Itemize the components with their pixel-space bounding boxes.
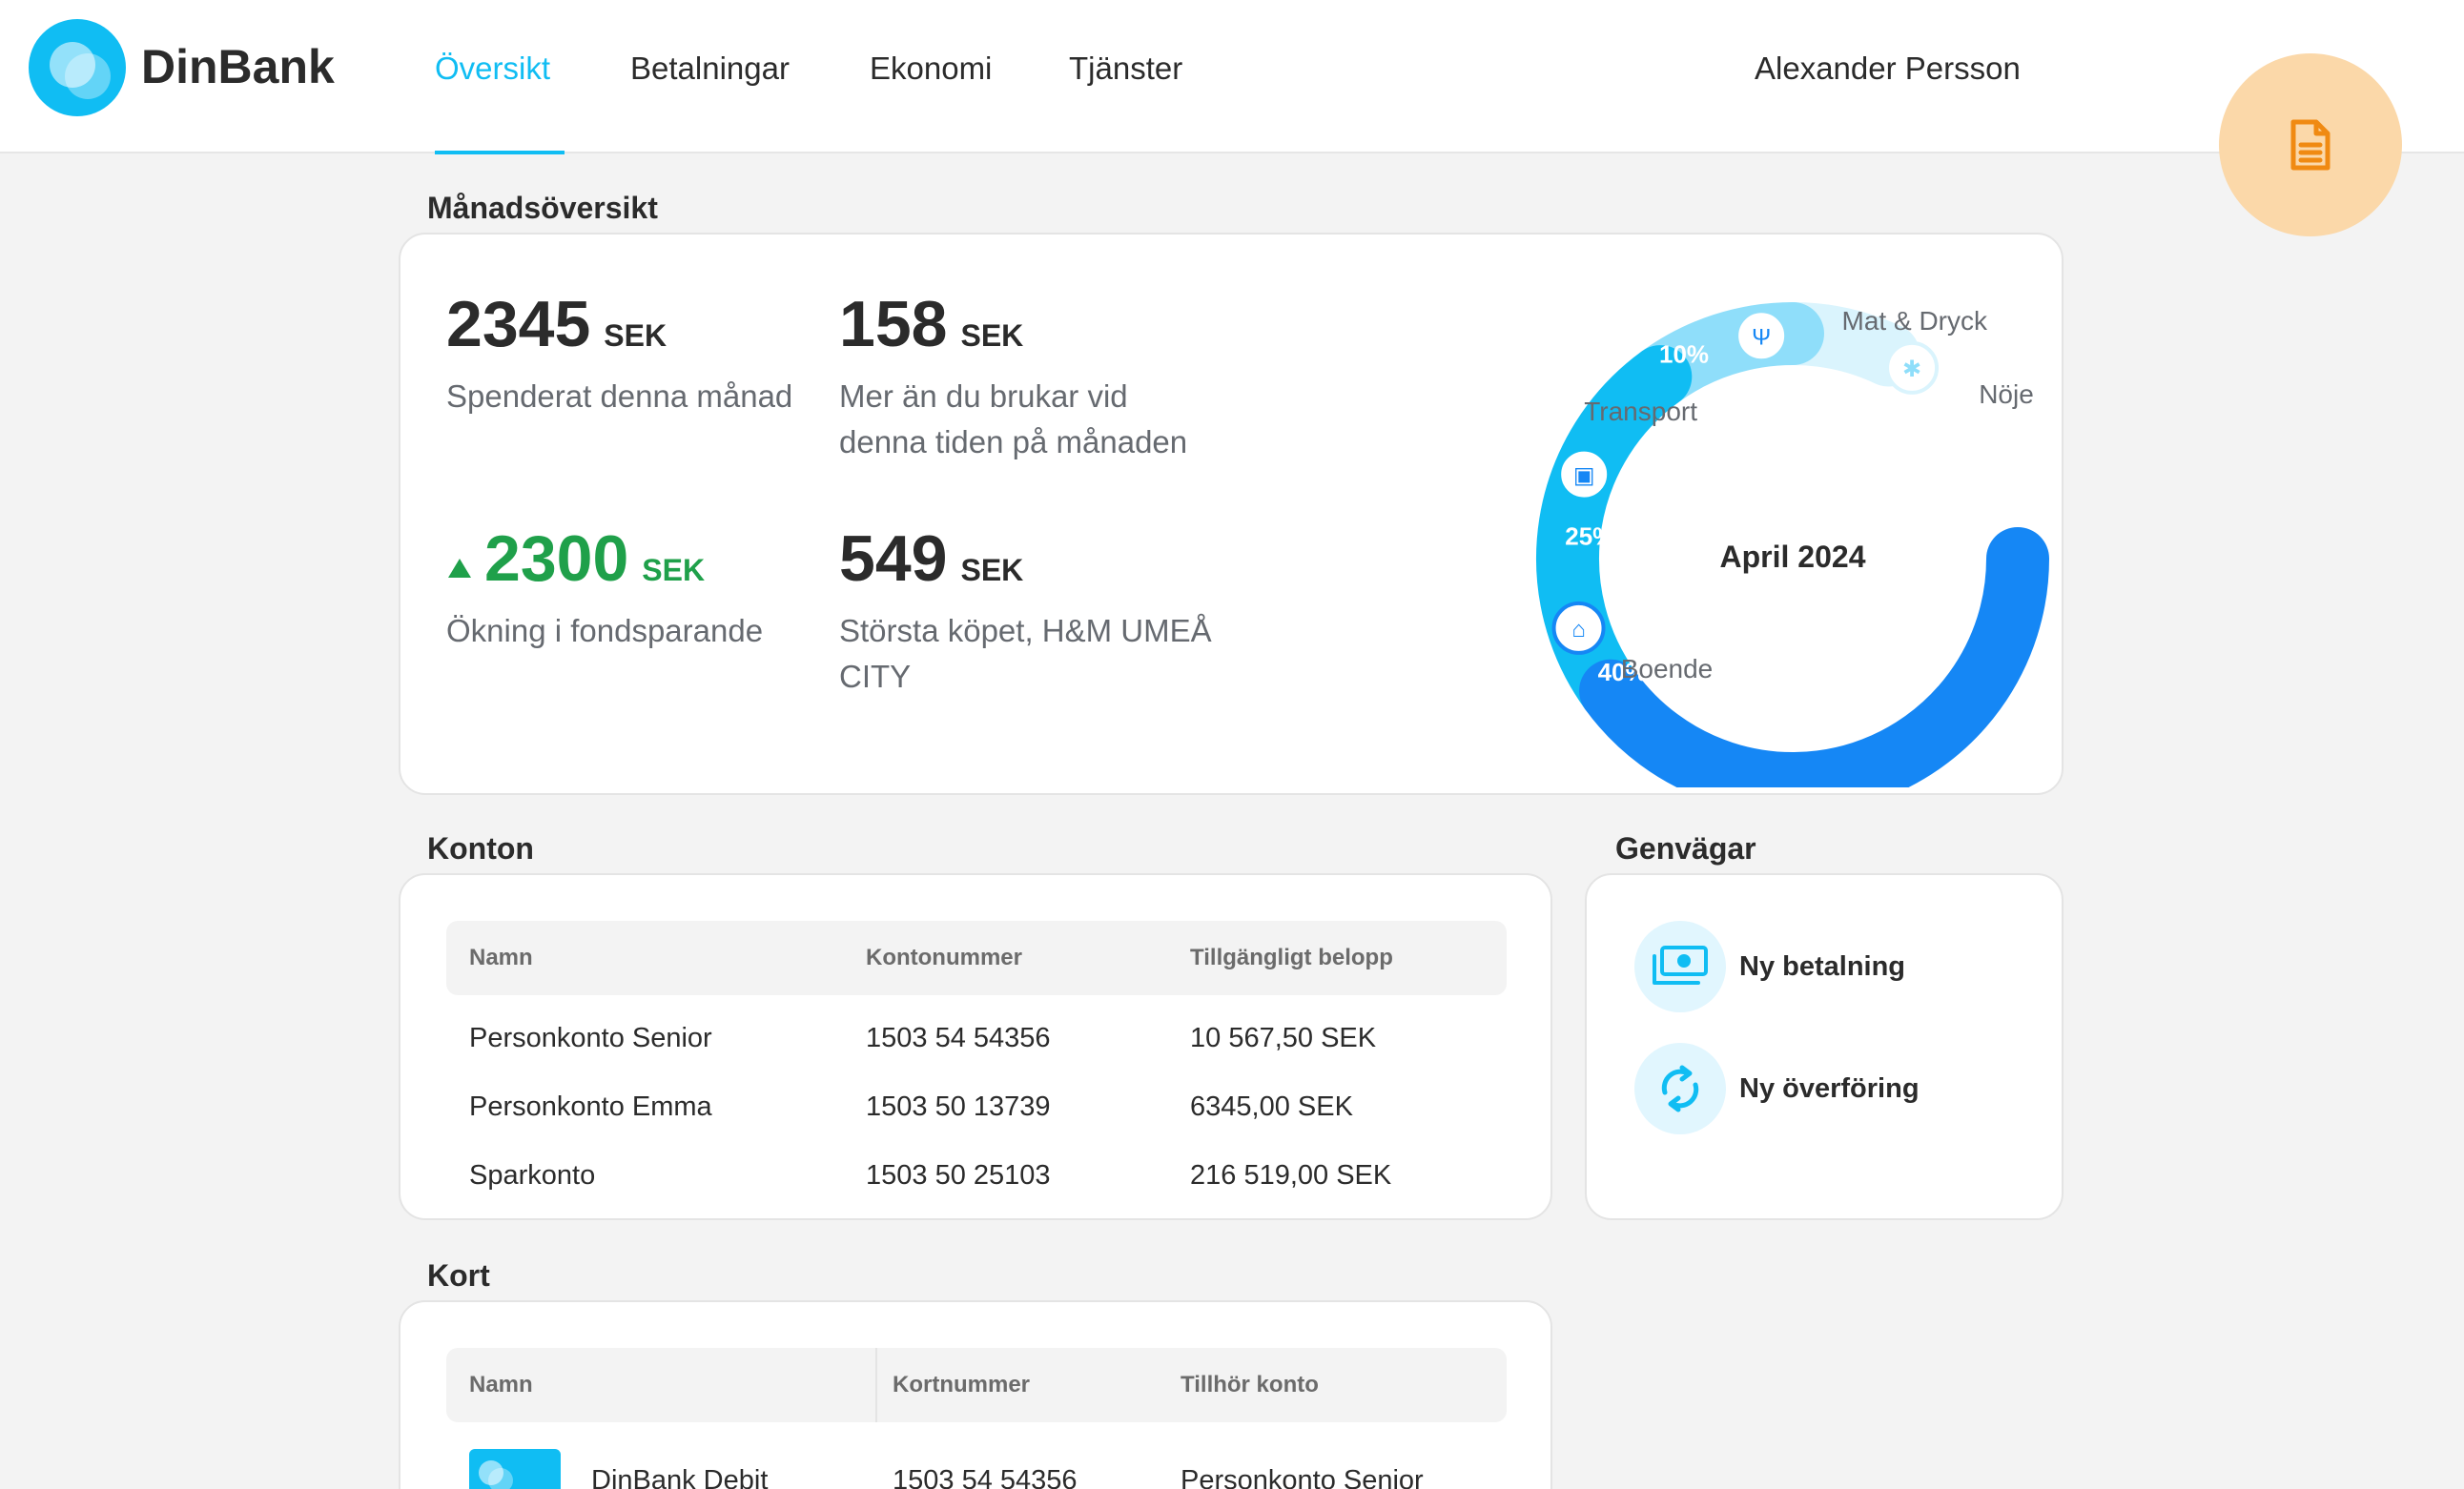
account-name: Sparkonto: [469, 1160, 596, 1191]
new-payment-button[interactable]: Ny betalning: [1634, 921, 2016, 1012]
shortcuts-card: Ny betalning Ny överföring: [1585, 873, 2064, 1220]
top-navigation-bar: DinBank Översikt Betalningar Ekonomi Tjä…: [0, 0, 2464, 154]
column-header-name: Namn: [469, 1372, 533, 1397]
trend-up-icon: [448, 559, 471, 578]
nav-tab-tjanster[interactable]: Tjänster: [1069, 48, 1182, 90]
legend-noje: Nöje: [1979, 379, 2034, 409]
shortcuts-title: Genvägar: [1615, 831, 1756, 866]
largest-purchase-value: 549 SEK: [839, 522, 1024, 595]
card-account: Personkonto Senior: [1181, 1465, 1424, 1489]
accounts-title: Konton: [427, 831, 534, 866]
donut-center-label: April 2024: [1720, 540, 1866, 574]
home-icon-glyph: ⌂: [1571, 617, 1586, 643]
account-balance: 10 567,50 SEK: [1190, 1023, 1377, 1053]
column-divider: [875, 1348, 877, 1422]
active-tab-indicator: [435, 151, 565, 154]
card-name: DinBank Debit: [591, 1465, 769, 1489]
legend-boende: Boende: [1621, 654, 1714, 683]
document-icon: [2290, 119, 2331, 171]
refresh-icon: [1634, 1043, 1726, 1134]
largest-purchase-label: Största köpet, H&M UMEÅ CITY: [839, 613, 1212, 694]
more-than-usual-value: 158 SEK: [839, 288, 1024, 360]
dinbank-logo-icon[interactable]: [29, 19, 126, 116]
account-number: 1503 50 13739: [866, 1091, 1051, 1122]
column-header-belongs-to-account: Tillhör konto: [1181, 1372, 1319, 1397]
overview-title: Månadsöversikt: [427, 191, 658, 225]
account-number: 1503 54 54356: [866, 1023, 1051, 1053]
money-icon: [1634, 921, 1726, 1012]
nav-tab-ekonomi[interactable]: Ekonomi: [870, 48, 992, 90]
nav-tab-oversikt[interactable]: Översikt: [435, 48, 550, 90]
column-header-name: Namn: [469, 945, 533, 970]
account-name: Personkonto Emma: [469, 1091, 712, 1122]
new-payment-label: Ny betalning: [1739, 951, 1906, 982]
fund-increase-label: Ökning i fondsparande: [446, 613, 764, 648]
cards-card: Namn Kortnummer Tillhör konto DinBank De…: [399, 1300, 1552, 1489]
legend-mat-dryck: Mat & Dryck: [1842, 306, 1988, 336]
fund-increase-value: 2300 SEK: [484, 522, 706, 595]
document-button[interactable]: [2219, 53, 2402, 236]
account-name: Personkonto Senior: [469, 1023, 712, 1053]
debit-card-thumbnail: [469, 1449, 561, 1489]
table-row[interactable]: Sparkonto 1503 50 25103 216 519,00 SEK: [446, 1152, 1507, 1201]
spent-value: 2345 SEK: [446, 288, 667, 360]
legend-transport: Transport: [1584, 397, 1697, 426]
more-than-usual-label: Mer än du brukar vid denna tiden på månad…: [839, 378, 1188, 459]
account-number: 1503 50 25103: [866, 1160, 1051, 1191]
spent-label: Spenderat denna månad: [446, 378, 793, 414]
user-name[interactable]: Alexander Persson: [1755, 48, 2021, 90]
column-header-available-amount: Tillgängligt belopp: [1190, 945, 1393, 970]
new-transfer-button[interactable]: Ny överföring: [1634, 1043, 2016, 1134]
column-header-account-number: Kontonummer: [866, 945, 1022, 970]
accounts-card: Namn Kontonummer Tillgängligt belopp Per…: [399, 873, 1552, 1220]
slice-percent-label: 10%: [1659, 339, 1709, 368]
account-balance: 6345,00 SEK: [1190, 1091, 1353, 1122]
accounts-table-header: Namn Kontonummer Tillgängligt belopp: [446, 921, 1507, 995]
spending-donut-chart[interactable]: ⌂40%▣25%Ψ10%✱ April 2024 Transport Mat &…: [1411, 254, 2060, 787]
card-number: 1503 54 54356: [893, 1465, 1078, 1489]
column-header-card-number: Kortnummer: [893, 1372, 1031, 1397]
slice-percent-label: 25%: [1565, 521, 1614, 550]
train-icon-glyph: ▣: [1573, 463, 1595, 489]
overview-card: 2345 SEK Spenderat denna månad 158 SEK Mer…: [399, 233, 2064, 795]
account-balance: 216 519,00 SEK: [1190, 1160, 1392, 1191]
nav-tab-betalningar[interactable]: Betalningar: [630, 48, 790, 90]
table-row[interactable]: DinBank Debit 1503 54 54356 Personkonto …: [446, 1449, 1507, 1489]
app-name[interactable]: DinBank: [141, 36, 335, 97]
table-row[interactable]: Personkonto Senior 1503 54 54356 10 567,…: [446, 1014, 1507, 1064]
cards-title: Kort: [427, 1258, 490, 1293]
ferris-wheel-icon-glyph: ✱: [1902, 357, 1921, 382]
new-transfer-label: Ny överföring: [1739, 1073, 1920, 1104]
cards-table-header: Namn Kortnummer Tillhör konto: [446, 1348, 1507, 1422]
table-row[interactable]: Personkonto Emma 1503 50 13739 6345,00 S…: [446, 1083, 1507, 1132]
fork-knife-icon-glyph: Ψ: [1752, 324, 1771, 350]
